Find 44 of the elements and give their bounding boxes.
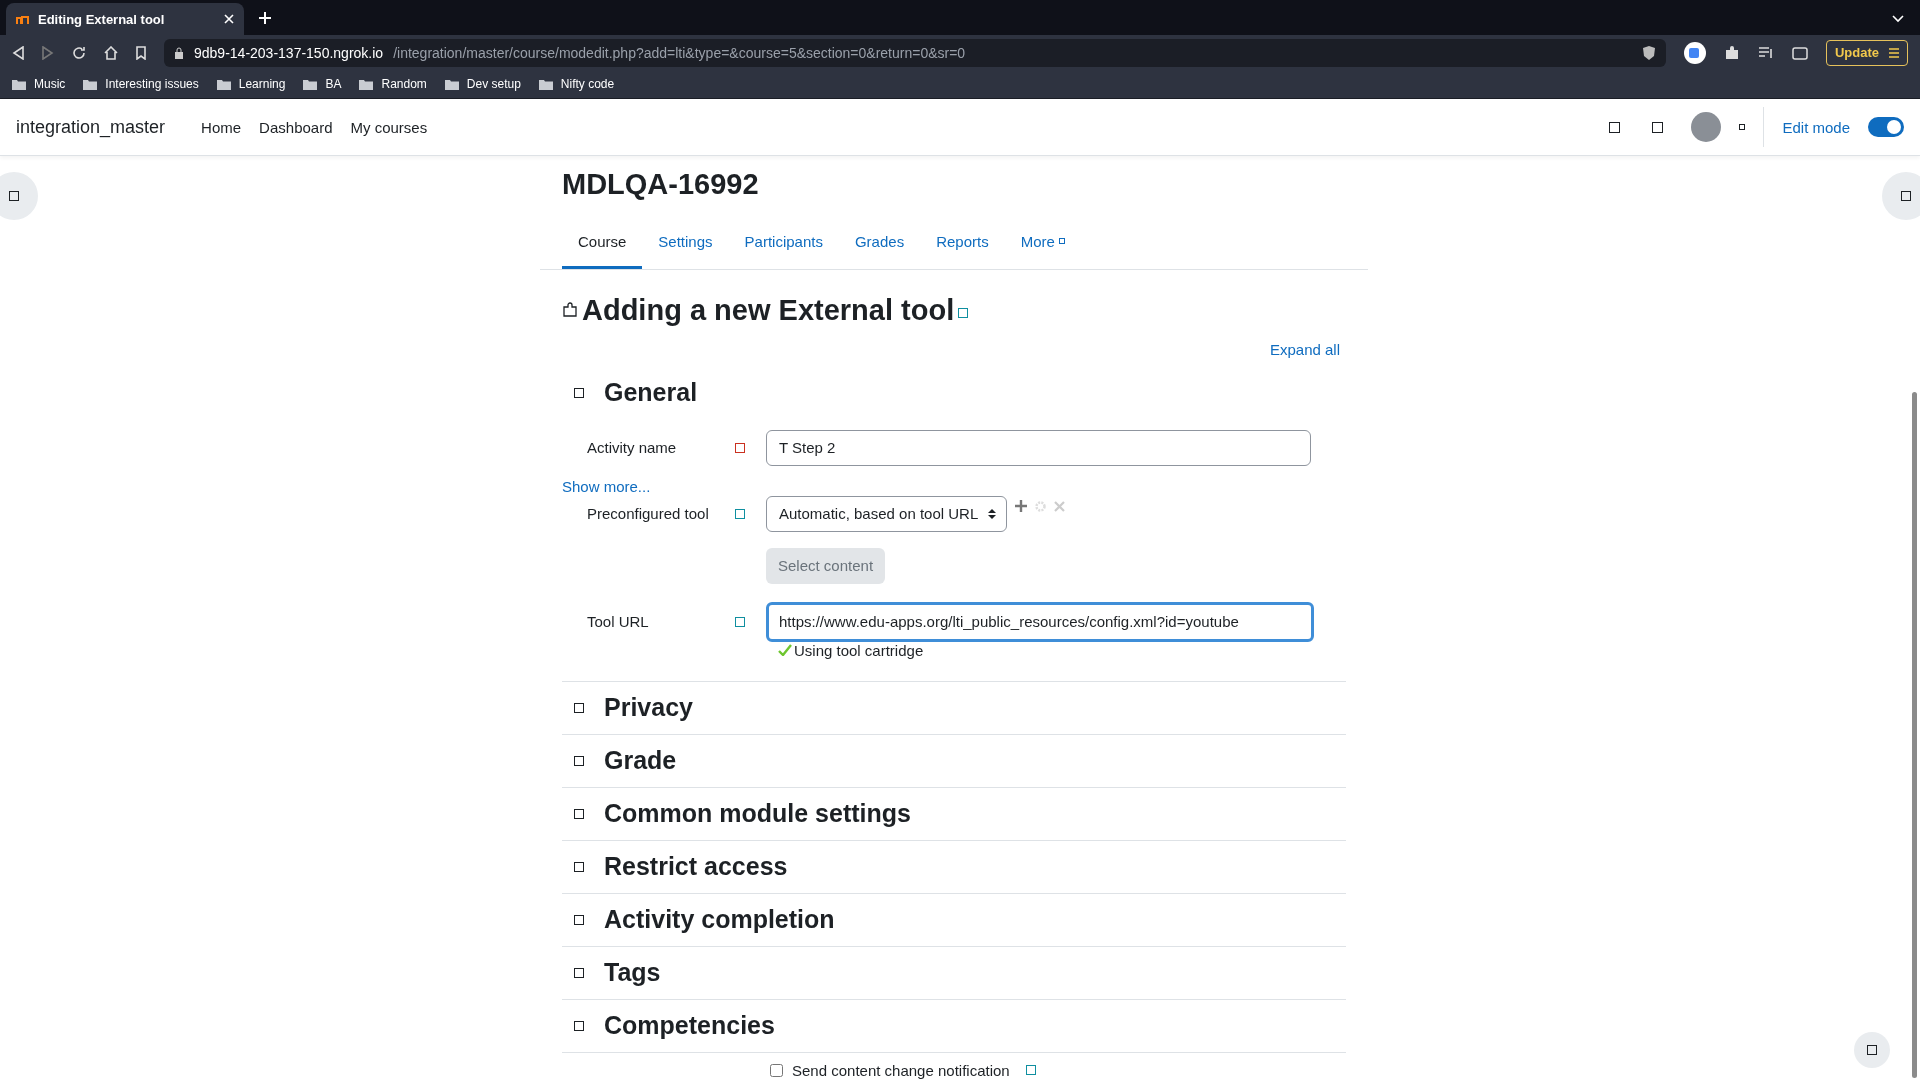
- bookmark-item[interactable]: Random: [359, 77, 427, 92]
- tool-url-field[interactable]: https://www.edu-apps.org/lti_public_resources/config.xml?id=youtube: [766, 602, 1314, 642]
- field-label: Preconfigured tool: [586, 505, 710, 523]
- section-title[interactable]: Privacy: [604, 693, 693, 723]
- bookmark-item[interactable]: BA: [303, 77, 342, 92]
- status-text: Using tool cartridge: [794, 642, 924, 659]
- url-host: 9db9-14-203-137-150.ngrok.io: [194, 44, 384, 61]
- section-title[interactable]: General: [604, 378, 698, 408]
- course-tab[interactable]: Grades: [838, 219, 921, 269]
- url-path: /integration/master/course/modedit.php?add=lti&type=&course=5&section=0&return=0&sr=0: [393, 44, 967, 61]
- address-bar[interactable]: 9db9-14-203-137-150.ngrok.io /integration/master/course/modedit.php?add=lti&type=&course=5&section=0&return=0&sr=0: [164, 38, 1666, 67]
- tab-title: Editing External tool: [38, 11, 166, 27]
- browser-tab[interactable]: Editing External tool: [6, 3, 244, 36]
- bookmark-item[interactable]: Dev setup: [444, 77, 521, 92]
- page-heading: Adding a new External tool: [582, 294, 955, 327]
- section-title[interactable]: Competencies: [604, 1011, 775, 1041]
- update-button[interactable]: Update: [1825, 39, 1908, 66]
- preconfigured-tool-select[interactable]: Automatic, based on tool URL: [766, 496, 1008, 532]
- section-title[interactable]: Grade: [604, 746, 677, 776]
- field-label: Activity name: [586, 439, 678, 457]
- nav-link[interactable]: Dashboard: [259, 118, 333, 136]
- course-tab[interactable]: Settings: [642, 219, 729, 269]
- section-title[interactable]: Tags: [604, 958, 661, 988]
- course-tab[interactable]: Participants: [728, 219, 839, 269]
- edit-mode-label: Edit mode: [1782, 118, 1850, 136]
- bookmark-item[interactable]: Nifty code: [538, 77, 615, 92]
- course-tab[interactable]: More: [1004, 219, 1081, 269]
- show-more-link[interactable]: Show more...: [562, 478, 651, 495]
- activity-name-field[interactable]: T Step 2: [766, 430, 1311, 466]
- nav-link[interactable]: Home: [201, 118, 242, 136]
- bookmark-item[interactable]: Learning: [216, 77, 286, 92]
- expand-all-link[interactable]: Expand all: [1269, 341, 1340, 358]
- course-title: MDLQA-16992: [562, 168, 760, 201]
- checkbox-label: Send content change notification: [792, 1062, 1010, 1079]
- section-title[interactable]: Activity completion: [604, 905, 835, 935]
- course-tab[interactable]: Course: [562, 219, 643, 269]
- bookmark-item[interactable]: Interesting issues: [83, 77, 199, 92]
- nav-link[interactable]: My courses: [350, 118, 428, 136]
- field-label: Tool URL: [586, 613, 650, 631]
- bookmark-item[interactable]: Music: [12, 77, 66, 92]
- site-name[interactable]: integration_master: [16, 116, 166, 138]
- section-title[interactable]: Restrict access: [604, 852, 788, 882]
- course-tab[interactable]: Reports: [920, 219, 1005, 269]
- section-title[interactable]: Common module settings: [604, 799, 911, 829]
